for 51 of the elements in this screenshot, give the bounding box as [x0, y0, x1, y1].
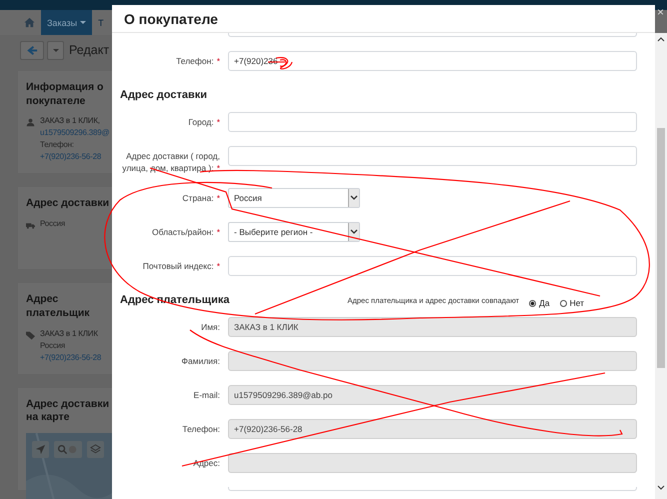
input-field[interactable] [228, 33, 637, 37]
select-field[interactable]: - Выберите регион - [228, 222, 360, 242]
card-title: Информация о покупателе [26, 81, 104, 108]
chevron-down-icon[interactable] [657, 485, 665, 491]
input-field[interactable]: +7(920)236 [228, 51, 637, 71]
card-title: Адрес плательщик [26, 293, 91, 321]
input-field[interactable] [228, 146, 637, 166]
field-label: Телефон: * [175, 55, 220, 67]
field-label: Область/район: * [150, 226, 220, 238]
field-label: Страна: * [181, 192, 220, 204]
card-title: Адрес доставки [26, 197, 110, 211]
field-label: Адрес: [192, 457, 220, 469]
chevron-down-icon [350, 195, 358, 201]
section-heading: Адрес доставки [119, 88, 208, 103]
radio-option[interactable]: Да [529, 298, 550, 308]
field-label: Имя: [200, 321, 220, 333]
dropdown-button[interactable] [47, 40, 64, 60]
caret-icon [52, 48, 58, 52]
layers-icon[interactable] [87, 440, 104, 458]
chevron-up-icon[interactable] [657, 36, 665, 42]
nav-tab[interactable]: Заказы [41, 10, 92, 35]
field-label: Город: * [187, 116, 220, 128]
arrow-left-icon [26, 44, 38, 56]
section-heading: Адрес плательщика [120, 294, 230, 306]
field-label: Фамилия: [180, 355, 220, 367]
card-text: ЗАКАЗ в 1 КЛИК [40, 328, 99, 338]
field-label: E-mail: [192, 389, 220, 401]
caret-icon [80, 21, 86, 24]
home-icon [24, 17, 35, 28]
scrollbar[interactable] [655, 33, 667, 499]
modal-title: О покупателе [124, 10, 218, 26]
field-label: Телефон: [181, 423, 220, 435]
input-field[interactable] [228, 256, 637, 276]
card-text: Телефон: [40, 140, 75, 150]
truck-icon [26, 220, 35, 230]
card-text: Россия [40, 218, 66, 228]
tag-icon [26, 330, 35, 340]
chevron-down-icon [350, 229, 358, 235]
radio-option[interactable]: Нет [560, 298, 584, 308]
card-title: Адрес доставки на карте [26, 398, 110, 425]
back-button[interactable] [20, 40, 44, 60]
input-field[interactable] [228, 487, 637, 491]
card-text: Россия [40, 340, 66, 350]
person-icon [26, 118, 35, 128]
search-icon[interactable] [54, 440, 82, 458]
select-field[interactable]: Россия [228, 188, 360, 208]
locate-icon[interactable] [32, 440, 49, 458]
field-label: Почтовый индекс: * [142, 260, 220, 272]
page-title: Редакт [69, 43, 110, 57]
card-text: ЗАКАЗ в 1 КЛИК, [40, 116, 101, 126]
input-field[interactable] [228, 112, 637, 132]
